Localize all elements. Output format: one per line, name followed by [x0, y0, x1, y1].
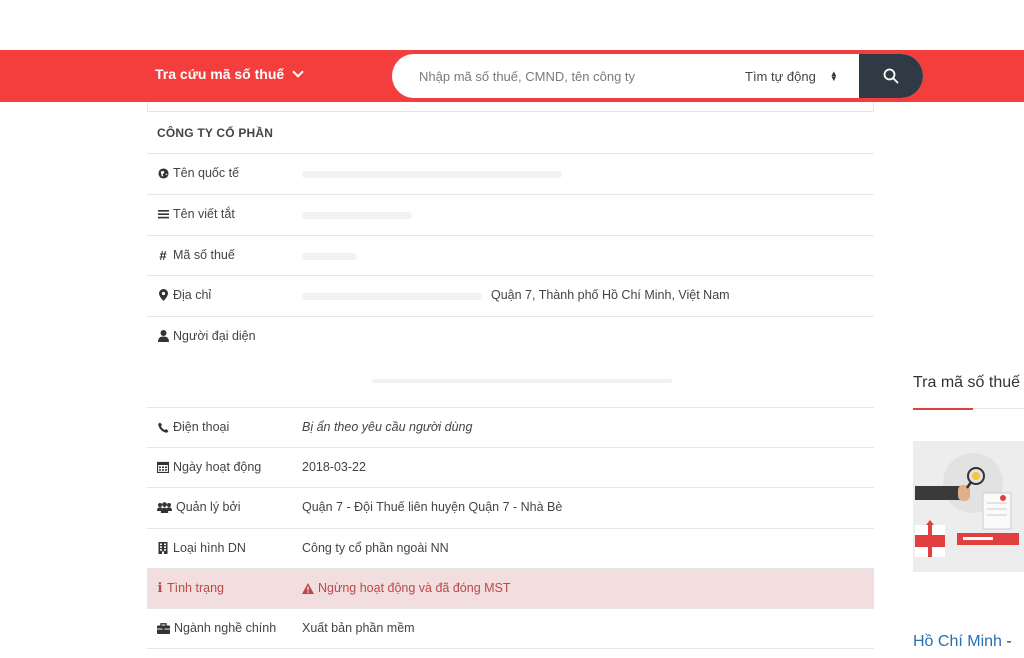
warning-icon	[302, 582, 314, 594]
table-row: Điện thoại Bị ẩn theo yêu cầu người dùng	[147, 407, 874, 447]
field-label: Ngành nghề chính	[157, 621, 276, 635]
phone-icon	[157, 421, 169, 433]
field-label: i Tình trạng	[157, 580, 224, 596]
sidebar-promo-image[interactable]	[913, 441, 1024, 572]
brand-menu[interactable]: Tra cứu mã số thuế	[155, 66, 304, 82]
company-info-table: CÔNG TY CỔ PHẦN Tên quốc tế Tên viết tắt…	[147, 102, 874, 658]
table-row: # Mã số thuế	[147, 235, 874, 275]
table-row-status: i Tình trạng Ngừng hoạt động và đã đóng …	[147, 568, 874, 608]
table-row: Địa chỉ Quận 7, Thành phố Hồ Chí Minh, V…	[147, 275, 874, 316]
table-row: Quản lý bởi Quận 7 - Đội Thuế liên huyện…	[147, 487, 874, 528]
field-label: Tên viết tắt	[157, 207, 235, 221]
field-label: # Mã số thuế	[157, 247, 234, 263]
info-icon: i	[157, 580, 163, 596]
company-type: CÔNG TY CỔ PHẦN	[157, 126, 274, 140]
sidebar-divider	[973, 408, 1024, 409]
user-icon	[157, 330, 169, 342]
hash-icon: #	[159, 247, 167, 263]
map-pin-icon	[157, 289, 169, 301]
phone-value: Bị ẩn theo yêu cầu người dùng	[302, 420, 473, 434]
brand-label: Tra cứu mã số thuế	[155, 66, 285, 82]
sidebar-title-underline	[913, 408, 973, 410]
field-label: Quản lý bởi	[157, 500, 240, 514]
header-bar: Tra cứu mã số thuế Tìm tự động ▲▼	[0, 50, 1024, 102]
table-row: Loại hình DN Công ty cổ phần ngoài NN	[147, 528, 874, 568]
search-box: Tìm tự động ▲▼	[392, 54, 923, 98]
redacted-value	[302, 171, 562, 178]
search-button[interactable]	[859, 54, 923, 98]
field-label: Điện thoại	[157, 420, 229, 434]
search-input[interactable]	[392, 54, 739, 98]
field-label: Ngày hoạt động	[157, 460, 261, 474]
business-type-value: Công ty cổ phần ngoài NN	[302, 541, 449, 555]
table-row: Ngành nghề chính Xuất bản phần mềm	[147, 608, 874, 649]
redacted-value	[372, 379, 672, 383]
redacted-value	[302, 293, 482, 300]
field-label: Địa chỉ	[157, 288, 211, 302]
sidebar-title: Tra mã số thuế	[913, 374, 1021, 391]
address-value: Quận 7, Thành phố Hồ Chí Minh, Việt Nam	[491, 288, 730, 302]
field-label: Loại hình DN	[157, 541, 246, 555]
briefcase-icon	[157, 622, 170, 634]
select-arrows-icon: ▲ ▼	[829, 69, 838, 83]
table-row: Ngày hoạt động 2018-03-22	[147, 447, 874, 487]
globe-icon	[157, 167, 169, 179]
search-icon	[883, 68, 899, 84]
search-mode-label: Tìm tự động	[745, 68, 816, 84]
main-industry-value: Xuất bản phần mềm	[302, 621, 415, 635]
start-date-value: 2018-03-22	[302, 460, 366, 474]
calendar-icon	[157, 461, 169, 473]
field-label: Người đại diện	[157, 329, 256, 343]
status-value: Ngừng hoạt động và đã đóng MST	[302, 581, 511, 595]
field-label: Tên quốc tế	[157, 166, 239, 180]
sidebar-link-hcm[interactable]: Hồ Chí Minh -	[913, 633, 1012, 651]
card-top-border	[147, 102, 874, 112]
search-mode-select[interactable]: Tìm tự động ▲ ▼	[745, 54, 855, 98]
users-icon	[157, 501, 172, 513]
managed-by-value: Quận 7 - Đội Thuế liên huyện Quận 7 - Nh…	[302, 500, 563, 514]
building-icon	[157, 542, 169, 554]
table-row: Người đại diện	[147, 316, 874, 407]
list-icon	[157, 208, 169, 220]
table-row: Tên quốc tế	[147, 153, 874, 194]
chevron-down-icon	[292, 66, 304, 78]
redacted-value	[302, 253, 357, 260]
table-row: Tên viết tắt	[147, 194, 874, 235]
redacted-value	[302, 212, 412, 219]
